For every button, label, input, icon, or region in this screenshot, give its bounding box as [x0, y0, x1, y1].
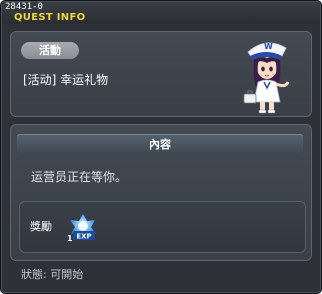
window-titlebar[interactable]: 28431-0 QUEST INFO	[2, 2, 320, 24]
quest-category-badge: 活動	[21, 42, 79, 59]
quest-name: [活动] 幸运礼物	[23, 73, 109, 87]
quest-content-panel: 內容 运营员正在等你。 獎勵 EXP 1	[10, 124, 312, 261]
reward-label: 獎勵	[30, 220, 52, 233]
exp-text: EXP	[76, 233, 91, 241]
window-title: QUEST INFO	[14, 12, 86, 23]
exp-icon[interactable]: EXP 1	[67, 211, 99, 243]
quest-summary-panel: 活動 [活动] 幸运礼物 W	[10, 31, 312, 117]
npc-portrait: W	[243, 42, 290, 114]
svg-text:W: W	[264, 42, 273, 51]
quest-status: 狀態: 可開始	[21, 268, 84, 281]
exp-count: 1	[67, 234, 73, 243]
reward-box: 獎勵 EXP 1	[19, 201, 306, 253]
content-section-header: 內容	[17, 134, 303, 156]
quest-info-window: 28431-0 QUEST INFO 活動 [活动] 幸运礼物 W 內容 运营员…	[0, 0, 322, 294]
content-description: 运营员正在等你。	[31, 170, 128, 184]
